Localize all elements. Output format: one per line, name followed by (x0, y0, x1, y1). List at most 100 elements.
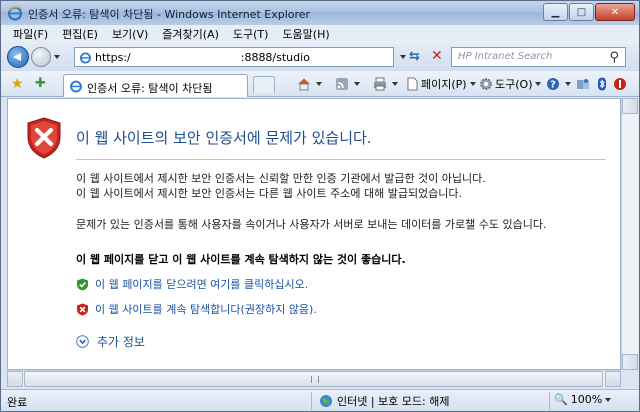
print-button[interactable] (373, 75, 398, 93)
search-icon[interactable]: ⚲ (609, 50, 619, 65)
scroll-thumb[interactable] (24, 371, 603, 387)
help-icon: ? (547, 78, 559, 91)
address-text: https:/ :8888/studio (95, 51, 310, 64)
maximize-button[interactable]: □ (569, 3, 594, 21)
shield-error-icon (27, 117, 61, 159)
url-suffix: :8888/studio (240, 51, 310, 64)
page-menu-button[interactable]: 페이지(P) (405, 75, 476, 93)
addon-red-icon (614, 78, 626, 90)
tools-menu-button[interactable]: 도구(O) (479, 75, 542, 93)
status-text: 완료 (7, 396, 28, 409)
horizontal-scrollbar[interactable] (7, 370, 621, 387)
help-button[interactable]: ? (546, 75, 571, 93)
risk-text: 문제가 있는 인증서를 통해 사용자를 속이거나 사용자가 서버로 보내는 데이… (76, 218, 547, 231)
window-title: 인증서 오류: 탐색이 차단됨 - Windows Internet Explo… (28, 8, 311, 21)
chevron-down-icon (469, 82, 476, 86)
ie-page-icon (80, 52, 91, 64)
research-button[interactable] (576, 75, 592, 93)
printer-icon (374, 77, 386, 91)
close-page-link[interactable]: 이 웹 페이지를 닫으려면 여기를 클릭하십시오. (95, 276, 308, 292)
more-info-label: 추가 정보 (97, 335, 145, 349)
chevron-down-icon (354, 82, 360, 86)
close-button[interactable]: ✕ (595, 3, 635, 21)
title-bar: 인증서 오류: 탐색이 차단됨 - Windows Internet Explo… (1, 1, 639, 25)
security-zone[interactable]: 인터넷 | 보호 모드: 해제 (319, 393, 449, 409)
status-separator (549, 392, 550, 410)
menu-help[interactable]: 도움말(H) (276, 26, 337, 42)
expand-circle-icon (76, 335, 89, 348)
vertical-scrollbar[interactable] (621, 98, 638, 370)
minimize-button[interactable]: ▁ (543, 3, 568, 21)
search-input[interactable]: HP Intranet Search (458, 51, 552, 62)
browser-window: 인증서 오류: 탐색이 차단됨 - Windows Internet Explo… (0, 0, 640, 412)
feeds-button[interactable] (335, 75, 360, 93)
recommendation-text: 이 웹 페이지를 닫고 이 웹 사이트를 계속 탐색하지 않는 것이 좋습니다. (76, 253, 406, 266)
favorites-star-icon[interactable]: ★ (11, 76, 24, 92)
home-icon (298, 78, 310, 91)
zone-label: 인터넷 | 보호 모드: 해제 (337, 395, 450, 408)
menu-tools[interactable]: 도구(T) (227, 26, 277, 42)
shield-check-icon (77, 278, 88, 290)
stop-icon[interactable]: ✕ (431, 48, 443, 64)
scroll-right-button[interactable] (605, 371, 621, 387)
forward-button[interactable] (31, 47, 51, 67)
menu-edit[interactable]: 편집(E) (56, 26, 106, 42)
redacted-host (130, 52, 241, 64)
gear-icon (480, 78, 492, 90)
divider (76, 159, 606, 160)
svg-text:?: ? (550, 80, 556, 91)
chevron-down-icon (605, 397, 612, 402)
new-tab-button[interactable] (253, 76, 275, 93)
chevron-down-icon (565, 82, 571, 86)
refresh-icon[interactable]: ⇆ (409, 49, 420, 64)
shield-x-icon (77, 303, 88, 315)
close-page-option[interactable]: 이 웹 페이지를 닫으려면 여기를 클릭하십시오. (76, 276, 308, 292)
addon-button[interactable] (613, 75, 629, 93)
chevron-down-icon (316, 82, 322, 86)
scroll-grip (311, 376, 319, 383)
cert-untrusted-text: 이 웹 사이트에서 제시한 보안 인증서는 신뢰할 만한 인증 기관에서 발급한… (76, 172, 486, 185)
scroll-left-button[interactable] (7, 371, 23, 387)
ie-logo-icon (7, 6, 23, 21)
tab-active[interactable]: 인증서 오류: 탐색이 차단됨 (63, 74, 248, 97)
continue-option[interactable]: 이 웹 사이트를 계속 탐색합니다(권장하지 않음). (76, 301, 317, 317)
home-button[interactable] (297, 75, 322, 93)
zoom-level: 100% (570, 393, 603, 406)
rss-icon (336, 78, 348, 90)
status-separator (311, 392, 312, 410)
more-info-toggle[interactable]: 추가 정보 (76, 333, 145, 350)
page-content: 이 웹 사이트의 보안 인증서에 문제가 있습니다. 이 웹 사이트에서 제시한… (7, 98, 621, 370)
search-box[interactable]: HP Intranet Search ⚲ (451, 47, 626, 67)
back-button[interactable] (7, 46, 29, 68)
globe-icon (320, 395, 332, 407)
address-row: https:/ :8888/studio ⇆ ✕ HP Intranet Sear… (1, 43, 639, 71)
continue-link[interactable]: 이 웹 사이트를 계속 탐색합니다(권장하지 않음). (95, 301, 317, 317)
cert-mismatch-text: 이 웹 사이트에서 제시한 보안 인증서는 다른 웹 사이트 주소에 대해 발급… (76, 187, 463, 200)
menu-view[interactable]: 보기(V) (106, 26, 156, 42)
add-favorite-icon[interactable]: ✚ (35, 76, 46, 91)
page-title: 이 웹 사이트의 보안 인증서에 문제가 있습니다. (76, 129, 372, 147)
menu-bar: 파일(F) 편집(E) 보기(V) 즐겨찾기(A) 도구(T) 도움말(H) (1, 25, 639, 43)
bluetooth-icon (598, 77, 606, 91)
page-icon (407, 77, 418, 91)
tab-command-row: ★ ✚ 인증서 오류: 탐색이 차단됨 페이지(P) 도구(O) ? (1, 71, 639, 97)
scroll-down-button[interactable] (622, 354, 638, 370)
page-menu-label: 페이지(P) (421, 78, 467, 91)
scroll-up-button[interactable] (622, 98, 638, 114)
recent-pages-dropdown-icon[interactable] (54, 55, 60, 59)
address-dropdown-icon[interactable] (400, 55, 406, 59)
status-bar: 완료 인터넷 | 보호 모드: 해제 🔍 100% (1, 389, 639, 411)
tab-label: 인증서 오류: 탐색이 차단됨 (87, 82, 213, 95)
ie-page-icon (70, 80, 82, 93)
chevron-down-icon (535, 82, 542, 86)
url-prefix: https:/ (95, 51, 131, 64)
research-icon (577, 79, 589, 89)
chevron-down-icon (392, 82, 398, 86)
tools-menu-label: 도구(O) (495, 78, 533, 91)
address-bar[interactable]: https:/ :8888/studio (74, 47, 394, 67)
zoom-icon: 🔍 (554, 393, 568, 406)
menu-file[interactable]: 파일(F) (7, 26, 56, 42)
zoom-control[interactable]: 🔍 100% (554, 393, 612, 406)
menu-favorites[interactable]: 즐겨찾기(A) (156, 26, 227, 42)
bluetooth-button[interactable] (595, 75, 611, 93)
